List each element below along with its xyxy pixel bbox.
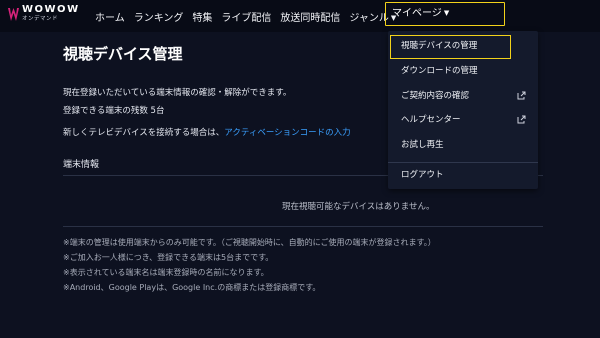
activation-code-link[interactable]: アクティベーションコードの入力 (224, 128, 350, 138)
menu-item-label: ダウンロードの管理 (401, 66, 478, 76)
nav-item-ranking[interactable]: ランキング (134, 9, 184, 24)
brand-name: WOWOW (22, 4, 80, 15)
note-line: ※表示されている端末名は端末登録時の名前になります。 (63, 268, 269, 277)
nav-genre-label: ジャンル (349, 12, 389, 24)
remaining-label: 登録できる端末の残数 (63, 106, 148, 116)
mypage-dropdown-menu: 視聴デバイスの管理 ダウンロードの管理 ご契約内容の確認 ヘルプセンター お試し… (388, 31, 538, 189)
chevron-down-icon: ▼ (443, 9, 450, 17)
nav-item-simulcast[interactable]: 放送同時配信 (280, 9, 340, 24)
remaining-devices: 登録できる端末の残数 5台 (63, 104, 164, 116)
note-line: ※ご加入お一人様につき、登録できる端末は5台までです。 (63, 253, 274, 262)
description-text: 現在登録いただいている端末情報の確認・解除ができます。 (63, 88, 292, 98)
mypage-menu-button[interactable]: マイページ ▼ (385, 2, 505, 26)
external-link-icon (517, 115, 526, 124)
section-heading-devices: 端末情報 (63, 160, 100, 170)
nav-item-live[interactable]: ライブ配信 (221, 9, 271, 24)
menu-item-label: お試し再生 (401, 140, 444, 150)
remaining-value: 5台 (150, 106, 165, 116)
top-header: WOWOW オンデマンド ホーム ランキング 特集 ライブ配信 放送同時配信 ジ… (0, 0, 600, 32)
menu-item-label: ご契約内容の確認 (401, 91, 470, 101)
menu-item-label: ヘルプセンター (401, 115, 461, 125)
brand-subtitle: オンデマンド (22, 16, 59, 22)
wowow-logo-icon[interactable] (8, 7, 19, 22)
page-title: 視聴デバイス管理 (63, 45, 183, 63)
note-line: ※Android、Google Playは、Google Inc.の商標または登… (63, 283, 321, 292)
main-nav: ホーム ランキング 特集 ライブ配信 放送同時配信 ジャンル ▼ (95, 0, 405, 32)
divider (63, 226, 543, 227)
menu-item-trial-playback[interactable]: お試し再生 (388, 133, 538, 157)
empty-devices-message: 現在視聴可能なデバイスはありません。 (282, 202, 435, 212)
menu-item-contract-details[interactable]: ご契約内容の確認 (388, 84, 538, 108)
menu-item-download-management[interactable]: ダウンロードの管理 (388, 59, 538, 83)
menu-item-label: 視聴デバイスの管理 (401, 41, 478, 51)
nav-item-home[interactable]: ホーム (95, 9, 125, 24)
menu-item-device-management[interactable]: 視聴デバイスの管理 (390, 35, 511, 59)
brand-logo[interactable]: WOWOW オンデマンド (22, 5, 80, 23)
menu-item-label: ログアウト (401, 170, 444, 180)
connect-prefix: 新しくテレビデバイスを接続する場合は、 (63, 128, 225, 138)
connect-instructions: 新しくテレビデバイスを接続する場合は、アクティベーションコードの入力 (63, 126, 351, 138)
external-link-icon (517, 91, 526, 100)
menu-item-logout[interactable]: ログアウト (388, 163, 538, 187)
nav-item-features[interactable]: 特集 (192, 9, 212, 24)
menu-item-help-center[interactable]: ヘルプセンター (388, 108, 538, 132)
note-line: ※端末の管理は使用端末からのみ可能です。（ご視聴開始時に、自動的にご使用の端末が… (63, 238, 436, 247)
mypage-label: マイページ (392, 8, 442, 19)
